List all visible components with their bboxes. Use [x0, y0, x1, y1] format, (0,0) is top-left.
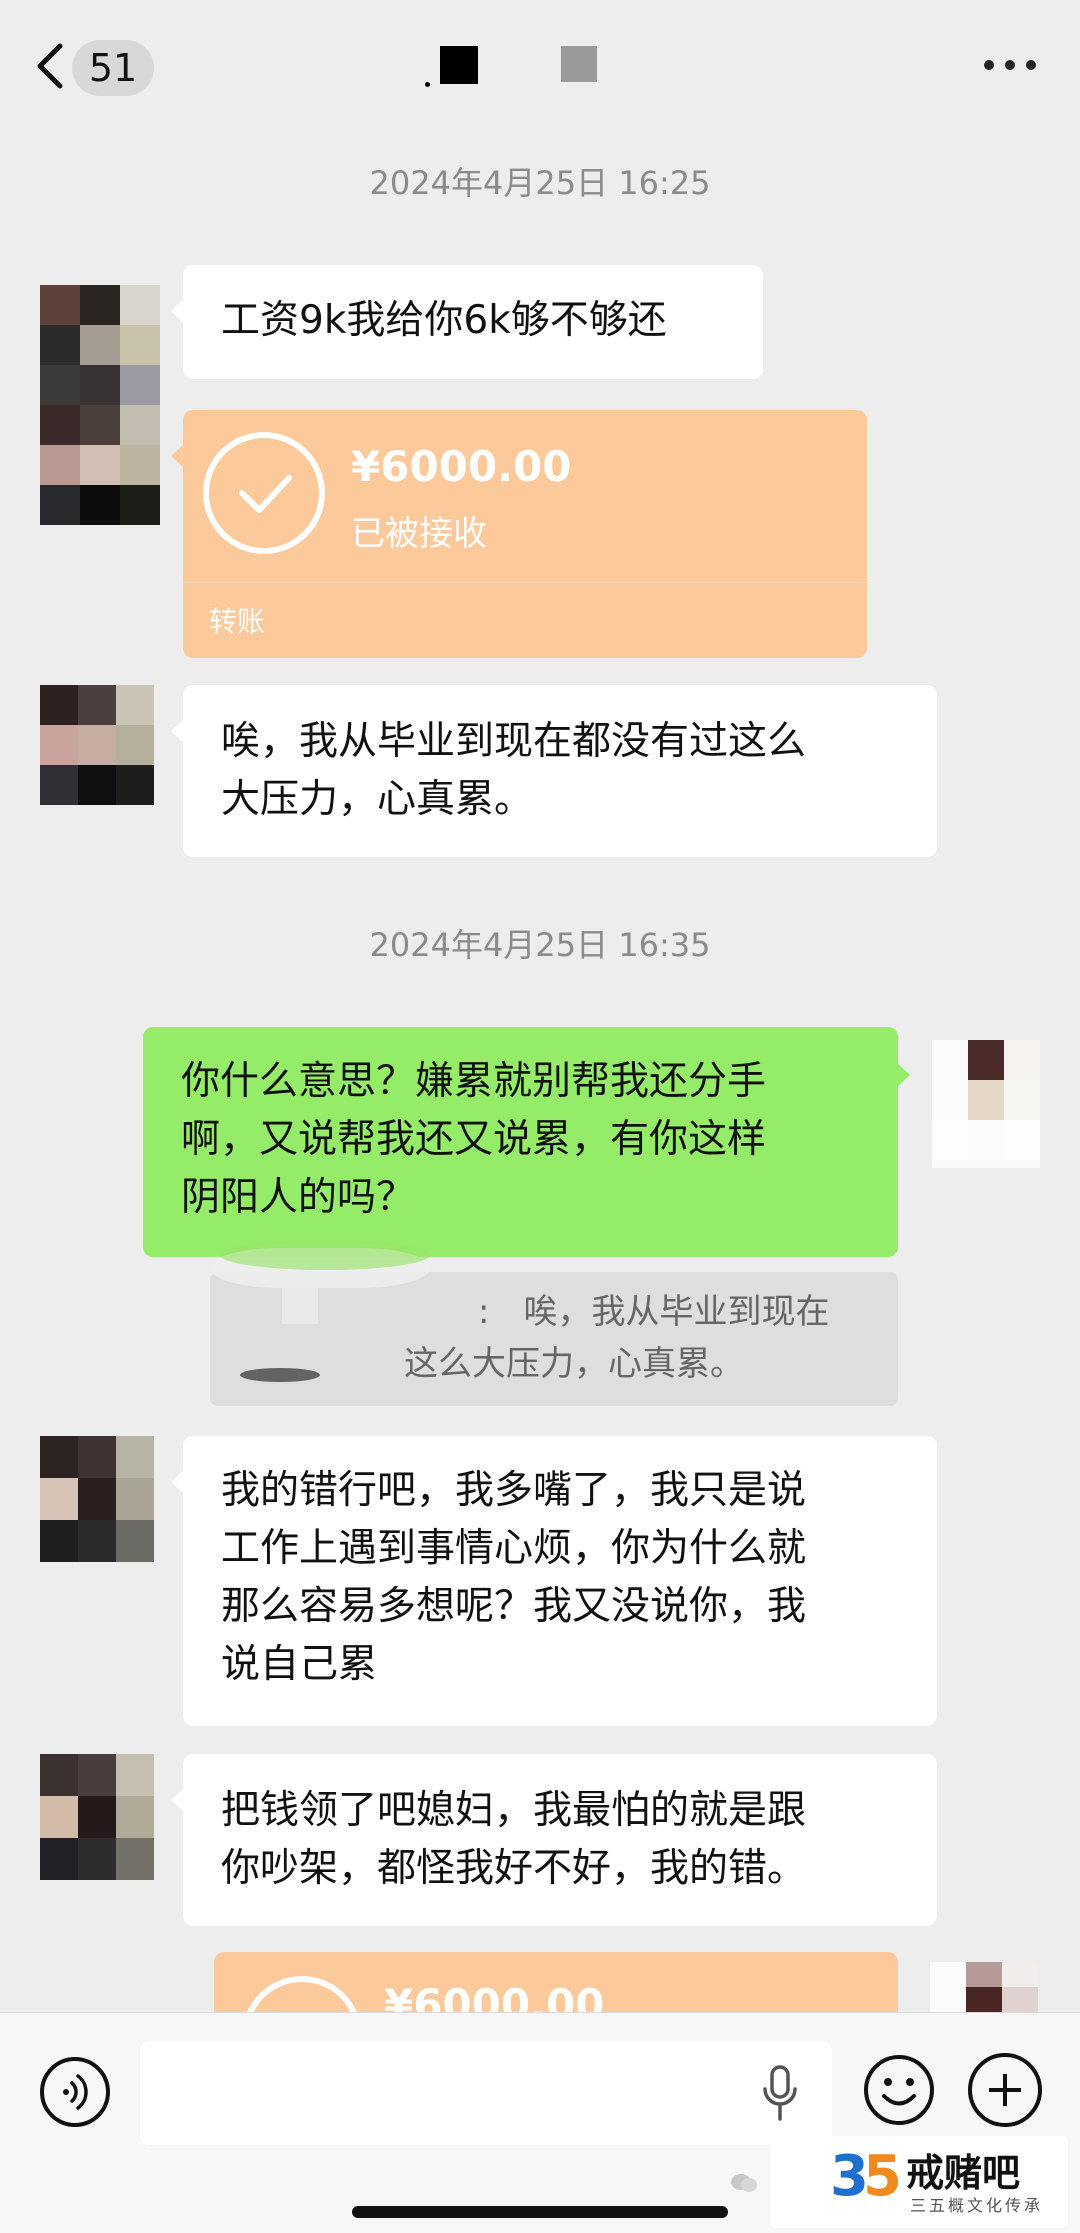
watermark-digit-5: 5: [862, 2144, 902, 2209]
avatar-self[interactable]: [932, 1040, 1040, 1168]
message-input[interactable]: [140, 2041, 832, 2145]
message-line: 我的错行吧，我多嘴了，我只是说: [221, 1468, 807, 1513]
home-indicator[interactable]: [352, 2206, 728, 2218]
plus-icon[interactable]: [968, 2053, 1042, 2127]
timestamp: 2024年4月25日 16:25: [369, 164, 711, 202]
redacted-title-mark: [425, 82, 430, 87]
microphone-icon[interactable]: [760, 2065, 800, 2123]
divider: [183, 582, 867, 583]
redaction-smudge: [282, 1288, 318, 1324]
watermark-tagline: 三五概文化传承: [910, 2196, 1044, 2215]
transfer-card-outgoing[interactable]: ¥6000.00: [214, 1952, 898, 2012]
quote-line: : 唉，我从毕业到现在: [478, 1292, 830, 1332]
watermark-number: 35: [830, 2144, 902, 2209]
quote-line: 这么大压力，心真累。: [404, 1344, 744, 1384]
transfer-label: 转账: [209, 605, 266, 638]
emoji-icon[interactable]: [862, 2053, 936, 2127]
message-line: 你什么意思？嫌累就别帮我还分手: [181, 1059, 767, 1104]
watermark-digit-3: 3: [830, 2144, 869, 2209]
unread-count-badge[interactable]: 51: [72, 40, 154, 96]
check-icon: [203, 432, 325, 554]
message-line: 啊，又说帮我还又说累，有你这样: [181, 1117, 767, 1162]
message-bubble-incoming[interactable]: 唉，我从毕业到现在都没有过这么 大压力，心真累。: [171, 685, 937, 857]
back-chevron-icon[interactable]: [30, 36, 70, 96]
redaction-smudge: [220, 1240, 430, 1270]
message-line: 阴阳人的吗？: [181, 1175, 416, 1220]
message-line: 那么容易多想呢？我又没说你，我: [221, 1584, 807, 1629]
message-bubble-incoming[interactable]: 工资9k我给你6k够不够还: [171, 265, 763, 379]
avatar-self[interactable]: [930, 1962, 1040, 2012]
message-line: 唉，我从毕业到现在都没有过这么: [221, 719, 807, 764]
message-bubble-incoming[interactable]: 我的错行吧，我多嘴了，我只是说 工作上遇到事情心烦，你为什么就 那么容易多想呢？…: [171, 1436, 937, 1726]
watermark-brand: 戒赌吧: [906, 2151, 1021, 2195]
avatar-contact[interactable]: [40, 1754, 154, 1882]
message-line: 工作上遇到事情心烦，你为什么就: [221, 1526, 807, 1571]
chat-bubble-icon: [730, 2172, 758, 2194]
redacted-title-block: [440, 46, 478, 84]
message-line: 说自己累: [221, 1642, 378, 1687]
avatar-contact[interactable]: [40, 685, 154, 805]
chat-header: 51: [0, 0, 1080, 125]
message-line: 大压力，心真累。: [221, 777, 534, 822]
message-bubble-outgoing[interactable]: 你什么意思？嫌累就别帮我还分手 啊，又说帮我还又说累，有你这样 阴阳人的吗？: [143, 1027, 910, 1257]
more-dots-icon[interactable]: [984, 58, 1036, 72]
message-line: 把钱领了吧媳妇，我最怕的就是跟: [221, 1788, 807, 1833]
redacted-title-block-gray: [561, 46, 597, 82]
timestamp: 2024年4月25日 16:35: [369, 926, 711, 964]
check-icon: [242, 1976, 362, 2012]
redaction-smudge: [240, 1368, 320, 1382]
watermark-logo: 35 戒赌吧 三五概文化传承: [731, 2136, 1068, 2228]
transfer-amount: ¥6000.00: [384, 1980, 605, 2012]
voice-icon[interactable]: [40, 2057, 110, 2127]
avatar-contact[interactable]: [40, 285, 160, 525]
transfer-amount: ¥6000.00: [351, 442, 572, 491]
transfer-card[interactable]: ¥6000.00 已被接收 转账: [171, 410, 867, 658]
message-bubble-incoming[interactable]: 把钱领了吧媳妇，我最怕的就是跟 你吵架，都怪我好不好，我的错。: [171, 1754, 937, 1926]
message-text: 工资9k我给你6k够不够还: [221, 298, 667, 343]
transfer-status: 已被接收: [351, 514, 487, 554]
message-line: 你吵架，都怪我好不好，我的错。: [221, 1846, 807, 1891]
avatar-contact[interactable]: [40, 1436, 154, 1564]
